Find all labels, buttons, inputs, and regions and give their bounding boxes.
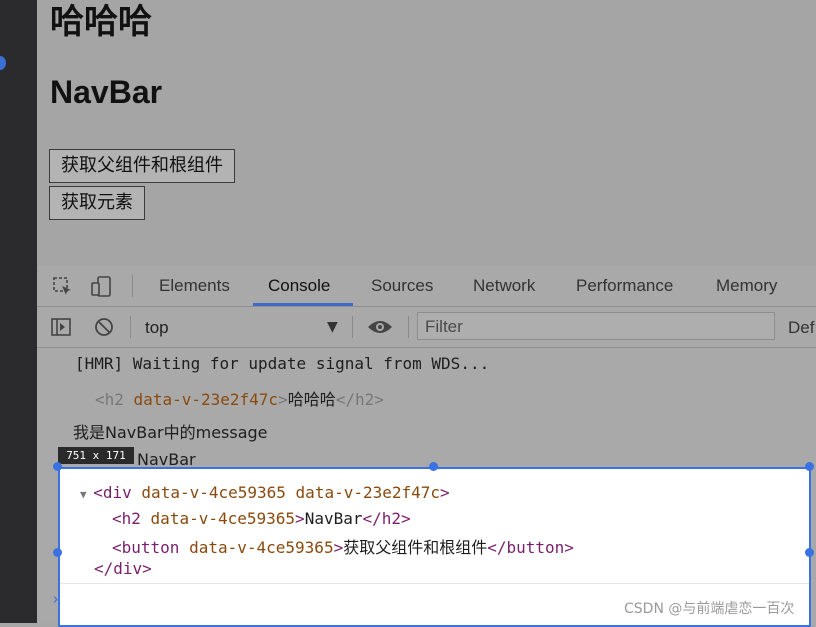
element-size-badge: 751 x 171 [58, 447, 134, 464]
resize-handle-mr[interactable] [805, 548, 814, 557]
h2-text: 哈哈哈 [287, 390, 336, 409]
sidebar-toggle-icon[interactable] [50, 316, 72, 342]
inner-h2-open: <h2 [112, 509, 141, 528]
div-close-line: </div> [94, 559, 152, 578]
inner-h2-text: NavBar [304, 509, 363, 528]
div-open-line[interactable]: ▼ <div data-v-4ce59365 data-v-23e2f47c> [80, 483, 450, 502]
tab-performance[interactable]: Performance [576, 276, 673, 296]
h2-end-tag: </h2> [335, 390, 384, 409]
watermark: CSDN @与前端虐恋一百次 [624, 601, 795, 617]
div-open-close: > [440, 483, 450, 502]
page-heading-haha: 哈哈哈 [50, 2, 152, 42]
rendered-page: 哈哈哈 NavBar 获取父组件和根组件 获取元素 [37, 0, 816, 266]
inspect-element-icon[interactable] [52, 276, 74, 302]
tab-console[interactable]: Console [268, 276, 330, 296]
clear-console-icon[interactable] [93, 316, 115, 342]
active-tab-indicator [253, 303, 353, 306]
div-end-tag: </div> [94, 559, 152, 578]
resize-handle-tc[interactable] [429, 462, 438, 471]
toolbar-separator-2 [352, 316, 353, 338]
toolbar-separator-3 [408, 316, 409, 338]
page-heading-navbar: NavBar [50, 74, 163, 110]
button-attr: data-v-4ce59365 [189, 538, 334, 557]
context-dropdown-icon[interactable]: ▼ [327, 319, 338, 335]
inner-h2-end: </h2> [362, 509, 411, 528]
resize-handle-tl[interactable] [53, 462, 62, 471]
console-h2-element[interactable]: <h2 data-v-23e2f47c>哈哈哈</h2> [95, 386, 384, 410]
resize-handle-tr[interactable] [805, 462, 814, 471]
row-divider [60, 583, 809, 584]
h2-open-close: > [278, 390, 288, 409]
console-toolbar: top ▼ Filter Def [37, 307, 816, 348]
console-filter-input[interactable]: Filter [417, 312, 775, 340]
tab-memory[interactable]: Memory [716, 276, 777, 296]
os-side-strip [0, 0, 37, 623]
h2-open-tag: <h2 [95, 390, 124, 409]
inner-h2-attr: data-v-4ce59365 [150, 509, 296, 528]
context-selector[interactable]: top [145, 318, 169, 338]
live-expression-eye-icon[interactable] [367, 317, 393, 341]
button-end-tag: </button> [487, 538, 574, 557]
h2-attr: data-v-23e2f47c [133, 390, 279, 409]
tab-sources[interactable]: Sources [371, 276, 433, 296]
filter-placeholder: Filter [425, 317, 463, 336]
device-toolbar-icon[interactable] [90, 275, 114, 303]
tab-network[interactable]: Network [473, 276, 535, 296]
div-attrs: data-v-4ce59365 data-v-23e2f47c [141, 483, 441, 502]
console-hmr-message: [HMR] Waiting for update signal from WDS… [75, 354, 490, 373]
button-line[interactable]: <button data-v-4ce59365>获取父组件和根组件</butto… [112, 534, 574, 558]
expand-triangle-icon[interactable]: ▼ [80, 488, 93, 501]
get-parent-root-button[interactable]: 获取父组件和根组件 [49, 149, 235, 183]
devtools-tab-bar: Elements Console Sources Network Perform… [37, 266, 816, 307]
console-message-line: 我是NavBar中的message [73, 423, 268, 442]
navbar-h2-line[interactable]: <h2 data-v-4ce59365>NavBar</h2> [112, 509, 411, 528]
button-open-tag: <button [112, 538, 180, 557]
div-open-tag: <div [93, 483, 132, 502]
tab-separator [132, 275, 133, 297]
resize-handle-ml[interactable] [53, 548, 62, 557]
get-element-button[interactable]: 获取元素 [49, 186, 145, 220]
console-prompt-icon[interactable]: › [51, 590, 60, 608]
button-text: 获取父组件和根组件 [343, 538, 488, 557]
toolbar-separator [130, 316, 131, 338]
log-levels-dropdown[interactable]: Def [788, 318, 814, 338]
tab-elements[interactable]: Elements [159, 276, 230, 296]
